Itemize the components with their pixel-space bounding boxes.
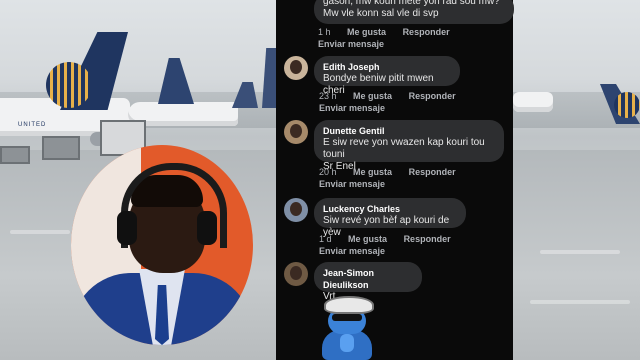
comment-item: gason, mw kouri mete yon rad sou mw? Mw … xyxy=(284,0,514,50)
comment-item: Jean-Simon Dieulikson Vrt xyxy=(284,262,507,302)
comment-actions: 23 h Me gusta Responder xyxy=(319,91,470,101)
send-message-link[interactable]: Enviar mensaje xyxy=(319,179,385,189)
comment-bubble: Luckency Charles Siw revé yon bèf ap kou… xyxy=(314,198,466,238)
commenter-name[interactable]: Dunette Gentil xyxy=(323,125,495,137)
commenter-name[interactable]: Jean-Simon Dieulikson xyxy=(323,267,413,291)
like-button[interactable]: Me gusta xyxy=(353,91,392,101)
comment-item: Dunette Gentil E siw reve yon vwazen kap… xyxy=(284,120,507,192)
airline-globe-logo xyxy=(614,92,640,118)
headset-earcup-left xyxy=(117,211,137,245)
commenter-avatar[interactable] xyxy=(284,262,308,286)
reply-button[interactable]: Responder xyxy=(404,234,451,244)
comment-text: E siw reve yon vwazen kap kouri tou toun… xyxy=(323,137,485,160)
reply-button[interactable]: Responder xyxy=(403,27,450,37)
commenter-avatar[interactable] xyxy=(284,56,308,80)
commenter-avatar[interactable] xyxy=(284,198,308,222)
comment-item: Edith Joseph Bondye beniw pitit mwen che… xyxy=(284,56,507,116)
comments-panel: gason, mw kouri mete yon rad sou mw? Mw … xyxy=(276,0,514,360)
comment-timestamp: 23 h xyxy=(319,91,337,101)
commenter-name[interactable]: Luckency Charles xyxy=(323,203,457,215)
comment-timestamp: 1 d xyxy=(319,234,332,244)
comment-timestamp: 20 h xyxy=(319,167,337,177)
puddle-reflection xyxy=(10,230,70,234)
send-message-link[interactable]: Enviar mensaje xyxy=(319,246,385,256)
comment-bubble: Jean-Simon Dieulikson Vrt xyxy=(314,262,422,302)
comment-item: Luckency Charles Siw revé yon bèf ap kou… xyxy=(284,198,507,260)
sticker-image xyxy=(318,294,376,360)
headset-earcup-right xyxy=(197,211,217,245)
commenter-name[interactable]: Edith Joseph xyxy=(323,61,451,73)
comment-actions: 1 d Me gusta Responder xyxy=(319,234,465,244)
streamer-avatar-circle xyxy=(71,145,253,345)
airplane-tail xyxy=(262,48,276,108)
puddle-reflection xyxy=(540,250,620,254)
ground-vehicle xyxy=(0,146,30,164)
airplane-tail xyxy=(158,58,194,104)
send-message-link[interactable]: Enviar mensaje xyxy=(318,39,384,49)
hat-icon xyxy=(324,296,374,314)
comment-text: Mw vle konn sal vle di svp xyxy=(323,8,439,19)
airplane-fuselage xyxy=(513,92,553,112)
reply-button[interactable]: Responder xyxy=(409,167,456,177)
comment-actions: 20 h Me gusta Responder xyxy=(319,167,470,177)
comment-text: gason, mw kouri mete yon rad sou mw? xyxy=(323,0,500,7)
comment-timestamp: 1 h xyxy=(318,27,331,37)
comment-bubble: gason, mw kouri mete yon rad sou mw? Mw … xyxy=(314,0,514,24)
send-message-link[interactable]: Enviar mensaje xyxy=(319,103,385,113)
commenter-avatar[interactable] xyxy=(284,120,308,144)
like-button[interactable]: Me gusta xyxy=(353,167,392,177)
sticker-hand xyxy=(340,334,354,352)
like-button[interactable]: Me gusta xyxy=(348,234,387,244)
reply-button[interactable]: Responder xyxy=(409,91,456,101)
airplane-livery-text: UNITED xyxy=(18,122,47,128)
comment-bubble: Edith Joseph Bondye beniw pitit mwen che… xyxy=(314,56,460,96)
sunglasses-icon xyxy=(332,314,362,321)
like-button[interactable]: Me gusta xyxy=(347,27,386,37)
comment-bubble: Dunette Gentil E siw reve yon vwazen kap… xyxy=(314,120,504,172)
airline-globe-logo xyxy=(46,62,92,108)
puddle-reflection xyxy=(530,300,630,304)
comment-actions: 1 h Me gusta Responder xyxy=(318,27,464,37)
